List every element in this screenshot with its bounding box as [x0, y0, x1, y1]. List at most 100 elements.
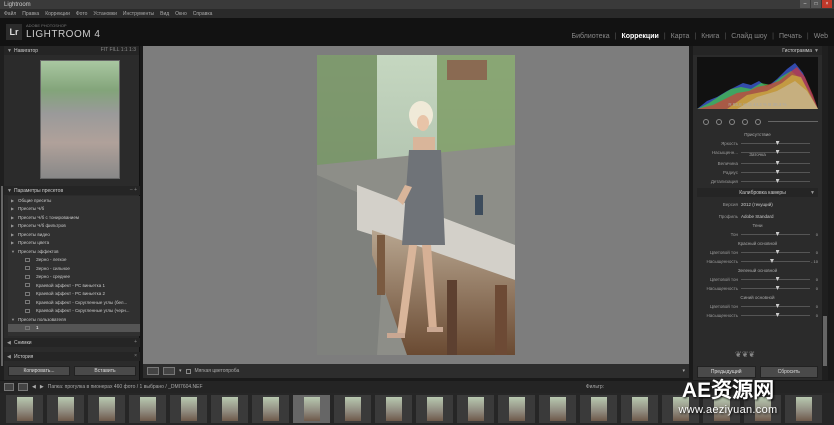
slider-track[interactable]	[741, 170, 810, 174]
graduated-filter-icon[interactable]	[742, 118, 748, 125]
preset-folder[interactable]: ▶ Пресеты Ч/б фильтров	[8, 222, 140, 231]
paste-button[interactable]: Вставить	[74, 366, 136, 376]
filmstrip-thumbnail[interactable]	[252, 395, 289, 423]
filmstrip-thumbnail[interactable]	[6, 395, 43, 423]
minimize-button[interactable]: –	[800, 0, 810, 8]
filmstrip-thumbnail[interactable]	[129, 395, 166, 423]
module-5[interactable]: Печать	[779, 33, 802, 40]
crop-tool-icon[interactable]	[703, 118, 709, 125]
compare-view-icon[interactable]	[163, 367, 175, 375]
menu-item[interactable]: Коррекции	[45, 11, 70, 17]
slider-track[interactable]	[741, 313, 810, 317]
preset-item[interactable]: Зерно - сильное	[8, 264, 140, 273]
module-1[interactable]: Коррекции	[621, 33, 658, 40]
slider-track[interactable]	[741, 304, 810, 308]
zoom-options[interactable]: FIT FILL 1:1 1:3	[101, 47, 136, 53]
forward-icon[interactable]: ▶	[40, 384, 44, 390]
filmstrip-thumbnail[interactable]	[211, 395, 248, 423]
filmstrip-thumbnail[interactable]	[293, 395, 330, 423]
preset-folder[interactable]: ▶ Общие пресеты	[8, 196, 140, 205]
loupe-view-icon[interactable]	[147, 367, 159, 375]
navigator-preview[interactable]	[40, 60, 120, 179]
filmstrip-thumbnail[interactable]	[539, 395, 576, 423]
module-0[interactable]: Библиотека	[572, 33, 610, 40]
slider-knob[interactable]	[775, 161, 780, 165]
slider-row[interactable]: Насыщенность 0	[697, 284, 818, 293]
close-button[interactable]: ×	[822, 0, 832, 8]
preset-item[interactable]: 1	[8, 323, 140, 332]
slider-row[interactable]: Цветовой тон 0	[697, 248, 818, 257]
preset-item[interactable]: Краевой эффект - Скругленные углы (бел..…	[8, 298, 140, 307]
slider-track[interactable]	[741, 232, 810, 236]
menu-item[interactable]: Окно	[175, 11, 187, 17]
slider-row[interactable]: Радиус	[697, 168, 818, 177]
grid-view-icon[interactable]	[4, 383, 14, 391]
filmstrip-thumbnail[interactable]	[457, 395, 494, 423]
filmstrip-thumbnail[interactable]	[47, 395, 84, 423]
preset-item[interactable]: Зерно - легкое	[8, 256, 140, 265]
filmstrip-thumbnail[interactable]	[375, 395, 412, 423]
right-scroll-thumb[interactable]	[823, 316, 827, 366]
preset-folder[interactable]: ▶ Пресеты Ч/б с тонированием	[8, 213, 140, 222]
module-3[interactable]: Книга	[701, 33, 719, 40]
snapshots-header[interactable]: ◀ Снимки +	[4, 338, 140, 347]
preset-item[interactable]: Зерно - среднее	[8, 273, 140, 282]
back-icon[interactable]: ◀	[32, 384, 36, 390]
slider-knob[interactable]	[775, 232, 780, 236]
preset-item[interactable]: Краевой эффект - PC виньетка 1	[8, 281, 140, 290]
filmstrip-thumbnail[interactable]	[498, 395, 535, 423]
slider-knob[interactable]	[775, 170, 780, 174]
menu-item[interactable]: Вид	[160, 11, 169, 17]
process-value[interactable]: 2012 (текущий)	[741, 202, 773, 207]
copy-button[interactable]: Копировать...	[8, 366, 70, 376]
add-snapshot-icon[interactable]: +	[134, 339, 137, 345]
filter-label[interactable]: Фильтр:	[586, 384, 604, 390]
dropdown-icon[interactable]: ▾	[179, 368, 182, 374]
soft-proof-checkbox[interactable]	[185, 368, 191, 374]
module-6[interactable]: Web	[814, 33, 828, 40]
menu-item[interactable]: Установки	[93, 11, 117, 17]
calibration-header[interactable]: Калибровка камеры ▼	[697, 188, 818, 197]
slider-track[interactable]	[741, 141, 810, 145]
module-2[interactable]: Карта	[671, 33, 690, 40]
preset-folder[interactable]: ▶ Пресеты цвета	[8, 239, 140, 248]
preset-folder[interactable]: ▼ Пресеты эффектов	[8, 247, 140, 256]
maximize-button[interactable]: □	[811, 0, 821, 8]
slider-knob[interactable]	[775, 286, 780, 290]
profile-value[interactable]: Adobe Standard	[741, 214, 774, 219]
left-scroll-thumb[interactable]	[1, 186, 3, 366]
slider-knob[interactable]	[775, 179, 780, 183]
slider-track[interactable]	[741, 286, 810, 290]
slider-row[interactable]: Цветовой тон 0	[697, 302, 818, 311]
slider-knob[interactable]	[769, 259, 774, 263]
brush-icon[interactable]	[755, 118, 761, 125]
filmstrip-thumbnail[interactable]	[580, 395, 617, 423]
slider-track[interactable]	[741, 277, 810, 281]
menu-item[interactable]: Инструменты	[123, 11, 154, 17]
slider-row[interactable]: Величина	[697, 159, 818, 168]
spot-removal-icon[interactable]	[716, 118, 722, 125]
slider-track[interactable]	[741, 250, 810, 254]
filmstrip-thumbnail[interactable]	[170, 395, 207, 423]
navigator-header[interactable]: ▼ Навигатор FIT FILL 1:1 1:3	[4, 46, 139, 55]
preset-folder[interactable]: ▶ Пресеты Ч/б	[8, 205, 140, 214]
right-scrollbar[interactable]	[822, 46, 828, 380]
preset-item[interactable]: Краевой эффект - Скругленные углы (черн.…	[8, 307, 140, 316]
histogram-header[interactable]: Гистограмма ▼	[693, 46, 822, 55]
filmstrip-thumbnail[interactable]	[88, 395, 125, 423]
menu-item[interactable]: Правка	[22, 11, 39, 17]
filmstrip-thumbnail[interactable]	[334, 395, 371, 423]
profile-row[interactable]: Профиль Adobe Standard	[697, 212, 818, 221]
slider-knob[interactable]	[775, 277, 780, 281]
preset-folder[interactable]: ▼ Пресеты пользователя	[8, 315, 140, 324]
menu-item[interactable]: Справка	[193, 11, 213, 17]
slider-knob[interactable]	[775, 141, 780, 145]
preset-item[interactable]: Краевой эффект - PC виньетка 2	[8, 290, 140, 299]
menu-item[interactable]: Фото	[76, 11, 88, 17]
add-preset-icon[interactable]: – +	[130, 187, 137, 193]
image-view[interactable]	[143, 46, 689, 364]
slider-knob[interactable]	[775, 250, 780, 254]
main-photo[interactable]	[317, 55, 515, 355]
filmstrip-info[interactable]: Папка: прогулка в пионерах 460 фото / 1 …	[48, 384, 203, 390]
slider-row[interactable]: Яркость	[697, 139, 818, 148]
